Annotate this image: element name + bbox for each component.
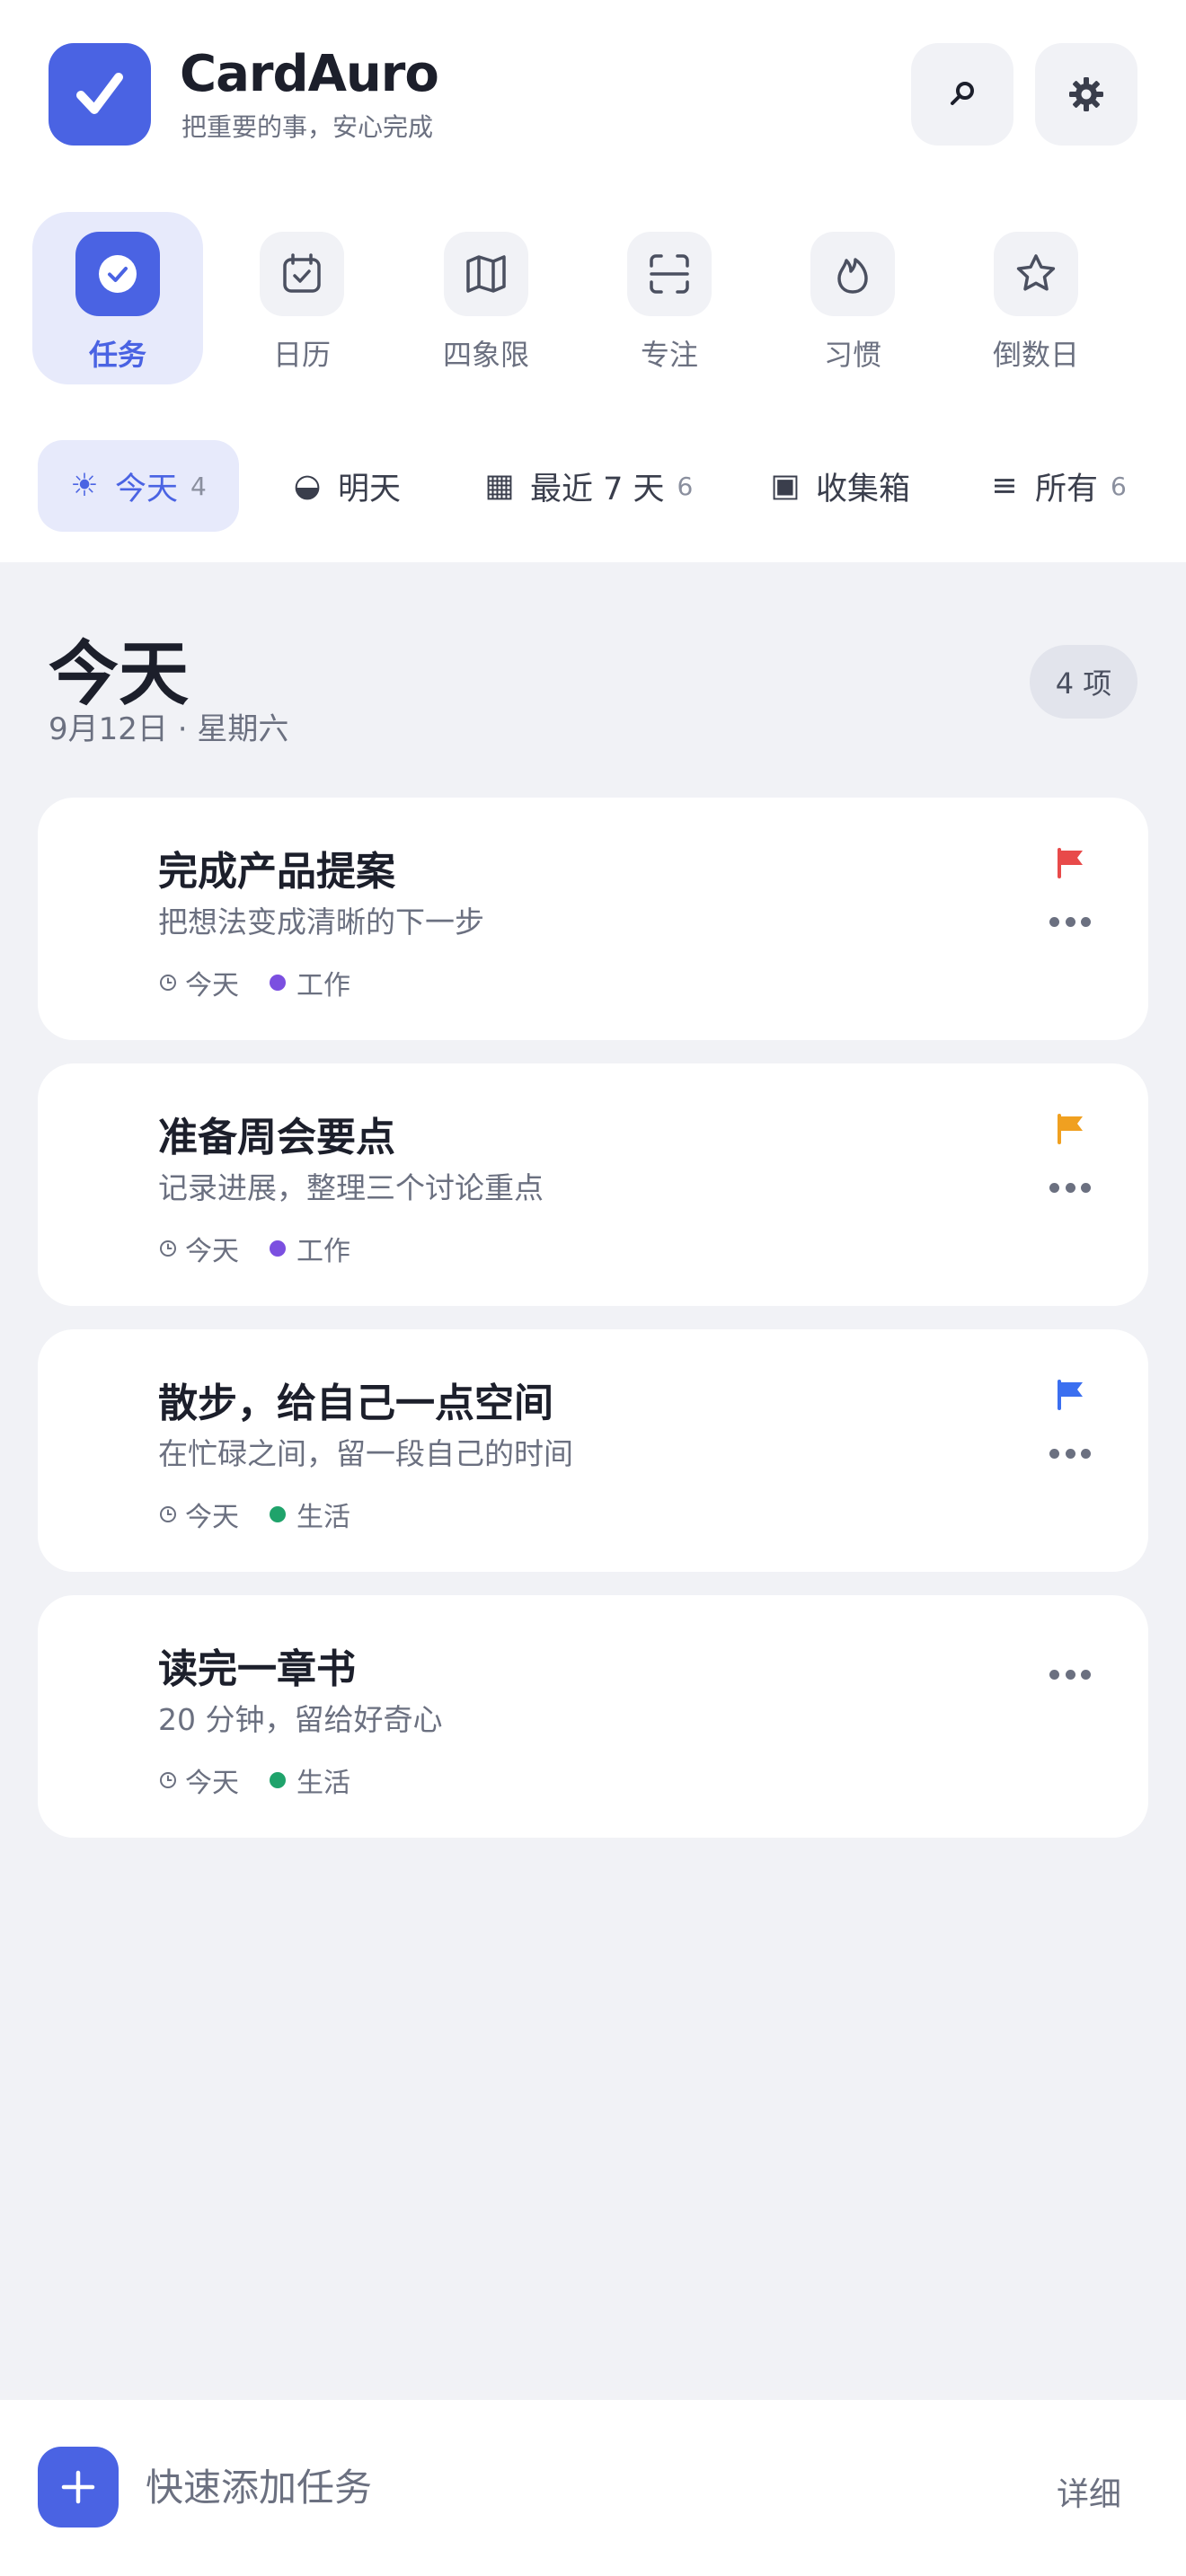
- more-options-icon[interactable]: [1049, 914, 1091, 929]
- grid-calendar-icon: ▦: [484, 468, 515, 504]
- nav-item-focus[interactable]: 专注: [584, 212, 755, 384]
- more-options-icon[interactable]: [1049, 1667, 1091, 1681]
- nav-item-countdown[interactable]: 倒数日: [951, 212, 1121, 384]
- nav-item-quadrant[interactable]: 四象限: [401, 212, 571, 384]
- task-description: 在忙碌之间，留一段自己的时间: [158, 1436, 573, 1471]
- search-icon: [951, 82, 974, 105]
- focus-frame-icon: [650, 254, 689, 294]
- main-nav: 任务 日历 四象限 专注 习惯 倒数日: [0, 212, 1186, 392]
- filter-all[interactable]: ≡ 所有 6: [987, 440, 1166, 532]
- task-card[interactable]: 准备周会要点 记录进展，整理三个讨论重点 今天 工作: [38, 1063, 1148, 1306]
- map-icon: [466, 255, 506, 293]
- filter-tomorrow[interactable]: ◒ 明天: [289, 440, 433, 532]
- filter-count: 4: [190, 471, 207, 501]
- clock-icon: [160, 1240, 176, 1257]
- task-description: 记录进展，整理三个讨论重点: [158, 1170, 544, 1205]
- task-due: 今天: [185, 1236, 239, 1267]
- nav-label: 任务: [88, 338, 146, 372]
- filter-next-7-days[interactable]: ▦ 最近 7 天 6: [482, 440, 715, 532]
- more-options-icon[interactable]: [1049, 1446, 1091, 1460]
- filter-today[interactable]: ☀ 今天 4: [38, 440, 239, 532]
- app-header: CardAuro 把重要的事，安心完成: [0, 0, 1186, 198]
- tag-dot: [270, 1240, 286, 1257]
- task-description: 20 分钟，留给好奇心: [158, 1702, 443, 1737]
- checkmark-logo-icon: [76, 73, 123, 114]
- clock-icon: [160, 1506, 176, 1522]
- plus-icon: [61, 2470, 95, 2504]
- nav-item-habits[interactable]: 习惯: [767, 212, 938, 384]
- clock-icon: [160, 975, 176, 991]
- flag-icon[interactable]: [1053, 1110, 1089, 1146]
- filter-bar: ☀ 今天 4 ◒ 明天 ▦ 最近 7 天 6 ▣ 收集箱 ≡ 所有 6: [0, 440, 1186, 535]
- flag-icon[interactable]: [1053, 844, 1089, 880]
- filter-label: 今天: [115, 471, 179, 507]
- filter-label: 收集箱: [816, 471, 911, 507]
- filter-label: 所有: [1035, 471, 1099, 507]
- app-root: CardAuro 把重要的事，安心完成 任务 日历 四象限 专注 习惯 倒数日 …: [0, 0, 1186, 2576]
- add-task-button[interactable]: [38, 2447, 119, 2527]
- inbox-icon: ▣: [770, 468, 801, 504]
- filter-label: 明天: [338, 471, 402, 507]
- filter-inbox[interactable]: ▣ 收集箱: [767, 440, 929, 532]
- task-title: 完成产品提案: [158, 849, 395, 895]
- task-meta: 今天 生活: [158, 1495, 350, 1534]
- detail-link[interactable]: 详细: [1057, 2468, 1121, 2515]
- filter-count: 6: [677, 471, 694, 501]
- task-due: 今天: [185, 1502, 239, 1533]
- nav-label: 倒数日: [992, 338, 1079, 372]
- task-card[interactable]: 完成产品提案 把想法变成清晰的下一步 今天 工作: [38, 798, 1148, 1040]
- task-due: 今天: [185, 970, 239, 1001]
- task-meta: 今天 生活: [158, 1760, 350, 1800]
- nav-label: 专注: [640, 338, 698, 372]
- calendar-check-icon: [283, 253, 321, 293]
- gear-icon: [1069, 77, 1103, 111]
- nav-item-calendar[interactable]: 日历: [217, 212, 387, 384]
- task-card[interactable]: 读完一章书 20 分钟，留给好奇心 今天 生活: [38, 1595, 1148, 1838]
- task-title: 准备周会要点: [158, 1115, 395, 1160]
- task-meta: 今天 工作: [158, 1229, 350, 1268]
- sun-icon: ☀: [70, 468, 99, 504]
- tag-dot: [270, 1506, 286, 1522]
- task-tag: 生活: [296, 1768, 350, 1799]
- check-circle-icon: [99, 255, 137, 293]
- settings-button[interactable]: [1035, 43, 1137, 146]
- task-count-badge: 4 项: [1030, 645, 1137, 719]
- task-tag: 工作: [296, 1236, 350, 1267]
- task-card[interactable]: 散步，给自己一点空间 在忙碌之间，留一段自己的时间 今天 生活: [38, 1329, 1148, 1572]
- tag-dot: [270, 1772, 286, 1788]
- app-logo: [49, 43, 151, 146]
- tag-dot: [270, 975, 286, 991]
- flag-icon[interactable]: [1053, 1376, 1089, 1412]
- half-moon-icon: ◒: [293, 468, 322, 504]
- filter-count: 6: [1111, 471, 1127, 501]
- task-tag: 生活: [296, 1502, 350, 1533]
- flame-icon: [837, 258, 868, 294]
- quick-add-input[interactable]: [146, 2454, 954, 2520]
- star-icon: [1016, 254, 1056, 291]
- search-button[interactable]: [911, 43, 1013, 146]
- task-title: 散步，给自己一点空间: [158, 1381, 553, 1426]
- task-meta: 今天 工作: [158, 963, 350, 1002]
- nav-label: 四象限: [442, 338, 529, 372]
- task-description: 把想法变成清晰的下一步: [158, 904, 484, 940]
- more-options-icon[interactable]: [1049, 1180, 1091, 1195]
- filter-label: 最近 7 天: [530, 471, 665, 507]
- task-title: 读完一章书: [158, 1646, 356, 1692]
- app-title: CardAuro: [180, 45, 439, 103]
- task-due: 今天: [185, 1768, 239, 1799]
- list-icon: ≡: [991, 468, 1018, 504]
- task-tag: 工作: [296, 970, 350, 1001]
- task-list-area: 今天 9月12日 · 星期六 4 项 完成产品提案 把想法变成清晰的下一步 今天…: [0, 562, 1186, 2400]
- quick-add-bar: 详细: [0, 2400, 1186, 2576]
- nav-label: 习惯: [823, 338, 881, 372]
- clock-icon: [160, 1772, 176, 1788]
- nav-item-tasks[interactable]: 任务: [32, 212, 203, 384]
- nav-label: 日历: [272, 338, 331, 372]
- section-date: 9月12日 · 星期六: [49, 711, 289, 747]
- app-tagline: 把重要的事，安心完成: [181, 112, 434, 142]
